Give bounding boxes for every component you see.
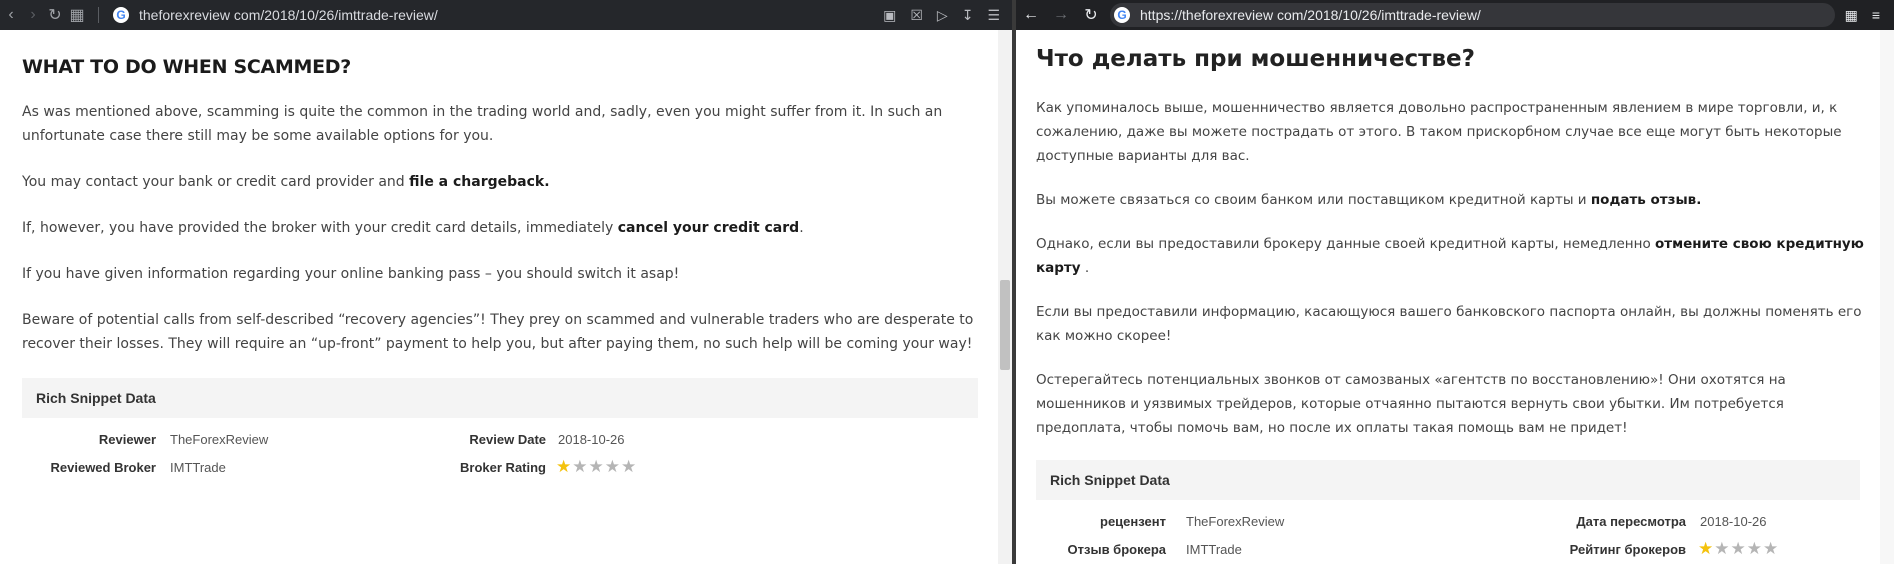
star-empty-icon: ★	[572, 457, 588, 476]
rich-snippet-box: Rich Snippet Data рецензент TheForexRevi…	[1036, 460, 1860, 564]
paragraph-cancel-card: If, however, you have provided the broke…	[22, 220, 804, 236]
paragraph-chargeback: You may contact your bank or credit card…	[22, 174, 550, 190]
cancel-card-emphasis: cancel your credit card	[617, 220, 800, 236]
back-icon[interactable]: ‹	[0, 6, 22, 24]
paragraph-banking-pass: Если вы предоставили информацию, касающу…	[1036, 304, 1862, 344]
broker-rating-stars: ★ ★ ★ ★ ★	[1698, 540, 1778, 557]
reviewed-broker-label: Отзыв брокера	[1067, 542, 1166, 557]
forward-icon[interactable]: →	[1046, 6, 1076, 24]
reviewed-broker-label: Reviewed Broker	[50, 460, 157, 475]
review-date-label: Дата пересмотра	[1576, 514, 1686, 529]
right-scrollbar[interactable]	[1880, 30, 1894, 564]
rich-snippet-title: Rich Snippet Data	[22, 378, 978, 418]
star-empty-icon: ★	[1714, 539, 1730, 558]
broker-rating-label: Broker Rating	[460, 460, 546, 475]
download-icon[interactable]: ↧	[962, 7, 974, 24]
chargeback-emphasis: file a chargeback.	[409, 174, 550, 190]
camera-icon[interactable]: ▣	[883, 7, 896, 24]
right-browser-window: ← → ↻ G https://theforexreview com/2018/…	[1016, 0, 1894, 564]
star-filled-icon: ★	[556, 457, 572, 476]
section-heading: WHAT TO DO WHEN SCAMMED?	[22, 56, 352, 78]
reading-list-icon[interactable]: ≡	[1872, 7, 1880, 24]
paragraph-chargeback: Вы можете связаться со своим банком или …	[1036, 192, 1702, 208]
review-date-label: Review Date	[469, 432, 546, 447]
star-filled-icon: ★	[1698, 539, 1714, 558]
reviewer-value: TheForexReview	[1186, 514, 1285, 529]
broker-rating-label: Рейтинг брокеров	[1569, 542, 1686, 557]
reviewer-value: TheForexReview	[170, 432, 269, 447]
review-date-value: 2018-10-26	[558, 432, 625, 447]
star-empty-icon: ★	[588, 457, 604, 476]
reviewer-label: Reviewer	[98, 432, 156, 447]
paragraph-recovery-agencies: Остерегайтесь потенциальных звонков от с…	[1036, 372, 1786, 436]
toolbar-separator	[98, 7, 99, 23]
star-empty-icon: ★	[1730, 539, 1746, 558]
rich-snippet-title: Rich Snippet Data	[1036, 460, 1860, 500]
send-icon[interactable]: ▷	[937, 7, 948, 24]
paragraph-intro: As was mentioned above, scamming is quit…	[22, 104, 943, 144]
star-empty-icon: ★	[604, 457, 620, 476]
star-empty-icon: ★	[1746, 539, 1762, 558]
chargeback-emphasis: подать отзыв.	[1590, 192, 1702, 208]
star-empty-icon: ★	[1763, 539, 1779, 558]
tabs-grid-icon[interactable]: ▦	[66, 5, 88, 25]
reload-icon[interactable]: ↻	[1076, 5, 1106, 25]
address-bar[interactable]: https://theforexreview com/2018/10/26/im…	[1140, 7, 1481, 23]
google-icon: G	[113, 7, 129, 23]
reload-icon[interactable]: ↻	[44, 5, 66, 25]
reviewed-broker-value: IMTTrade	[1186, 542, 1242, 557]
omnibox[interactable]: G https://theforexreview com/2018/10/26/…	[1110, 3, 1835, 27]
star-empty-icon: ★	[621, 457, 637, 476]
menu-icon[interactable]: ☰	[987, 7, 1000, 24]
paragraph-banking-pass: If you have given information regarding …	[22, 266, 680, 282]
section-heading: Что делать при мошенничестве?	[1036, 46, 1475, 72]
paragraph-recovery-agencies: Beware of potential calls from self-desc…	[22, 312, 974, 352]
broker-rating-stars: ★ ★ ★ ★ ★	[556, 458, 636, 475]
left-browser-window: ‹ › ↻ ▦ G theforexreview com/2018/10/26/…	[0, 0, 1012, 564]
paragraph-cancel-card: Однако, если вы предоставили брокеру дан…	[1036, 236, 1864, 276]
right-page-content: Что делать при мошенничестве? Как упомин…	[1016, 30, 1880, 564]
reviewer-label: рецензент	[1100, 514, 1166, 529]
forward-icon[interactable]: ›	[22, 6, 44, 24]
shield-icon[interactable]: ☒	[910, 7, 923, 24]
right-toolbar: ← → ↻ G https://theforexreview com/2018/…	[1016, 0, 1894, 30]
qr-code-icon[interactable]: ▦	[1845, 7, 1858, 24]
left-scrollbar[interactable]	[998, 30, 1012, 564]
paragraph-intro: Как упоминалось выше, мошенничество явля…	[1036, 100, 1842, 164]
google-icon: G	[1114, 7, 1130, 23]
review-date-value: 2018-10-26	[1700, 514, 1767, 529]
left-page-content: WHAT TO DO WHEN SCAMMED? As was mentione…	[0, 30, 1000, 564]
left-toolbar: ‹ › ↻ ▦ G theforexreview com/2018/10/26/…	[0, 0, 1012, 30]
back-icon[interactable]: ←	[1016, 6, 1046, 24]
rich-snippet-box: Rich Snippet Data Reviewer TheForexRevie…	[22, 378, 978, 498]
reviewed-broker-value: IMTTrade	[170, 460, 226, 475]
address-bar[interactable]: theforexreview com/2018/10/26/imttrade-r…	[139, 7, 883, 23]
left-scrollbar-thumb[interactable]	[1000, 280, 1010, 370]
